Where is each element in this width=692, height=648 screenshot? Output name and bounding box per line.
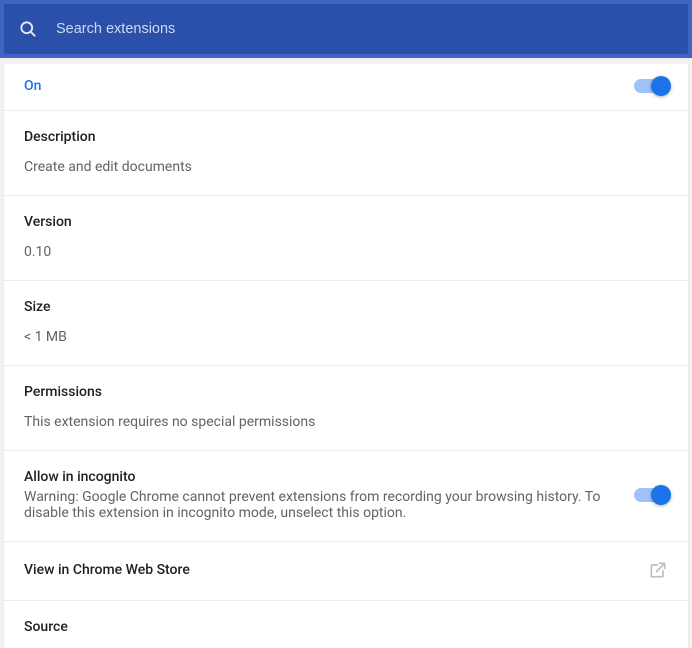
search-icon	[18, 19, 38, 39]
permissions-title: Permissions	[24, 384, 668, 400]
size-title: Size	[24, 299, 668, 315]
incognito-warning: Warning: Google Chrome cannot prevent ex…	[24, 489, 614, 521]
view-in-store-link[interactable]: View in Chrome Web Store	[4, 542, 688, 601]
toggle-knob	[651, 485, 671, 505]
description-section: Description Create and edit documents	[4, 111, 688, 196]
enabled-toggle[interactable]	[634, 79, 668, 93]
source-title: Source	[24, 619, 668, 635]
incognito-toggle[interactable]	[634, 488, 668, 502]
search-input[interactable]	[56, 21, 674, 37]
description-title: Description	[24, 129, 668, 145]
source-section: Source Chrome Web Store	[4, 601, 688, 648]
search-header	[0, 0, 692, 58]
version-title: Version	[24, 214, 668, 230]
view-in-store-label: View in Chrome Web Store	[24, 562, 190, 578]
extension-detail-panel: On Description Create and edit documents…	[4, 64, 688, 648]
description-value: Create and edit documents	[24, 159, 668, 175]
permissions-value: This extension requires no special permi…	[24, 414, 668, 430]
enabled-label: On	[24, 78, 41, 94]
size-value: < 1 MB	[24, 329, 668, 345]
version-section: Version 0.10	[4, 196, 688, 281]
incognito-title: Allow in incognito	[24, 469, 614, 485]
permissions-section: Permissions This extension requires no s…	[4, 366, 688, 451]
toggle-knob	[651, 76, 671, 96]
size-section: Size < 1 MB	[4, 281, 688, 366]
incognito-section: Allow in incognito Warning: Google Chrom…	[4, 451, 688, 542]
external-link-icon	[648, 560, 668, 580]
version-value: 0.10	[24, 244, 668, 260]
search-bar[interactable]	[4, 4, 688, 54]
enabled-row: On	[4, 64, 688, 111]
